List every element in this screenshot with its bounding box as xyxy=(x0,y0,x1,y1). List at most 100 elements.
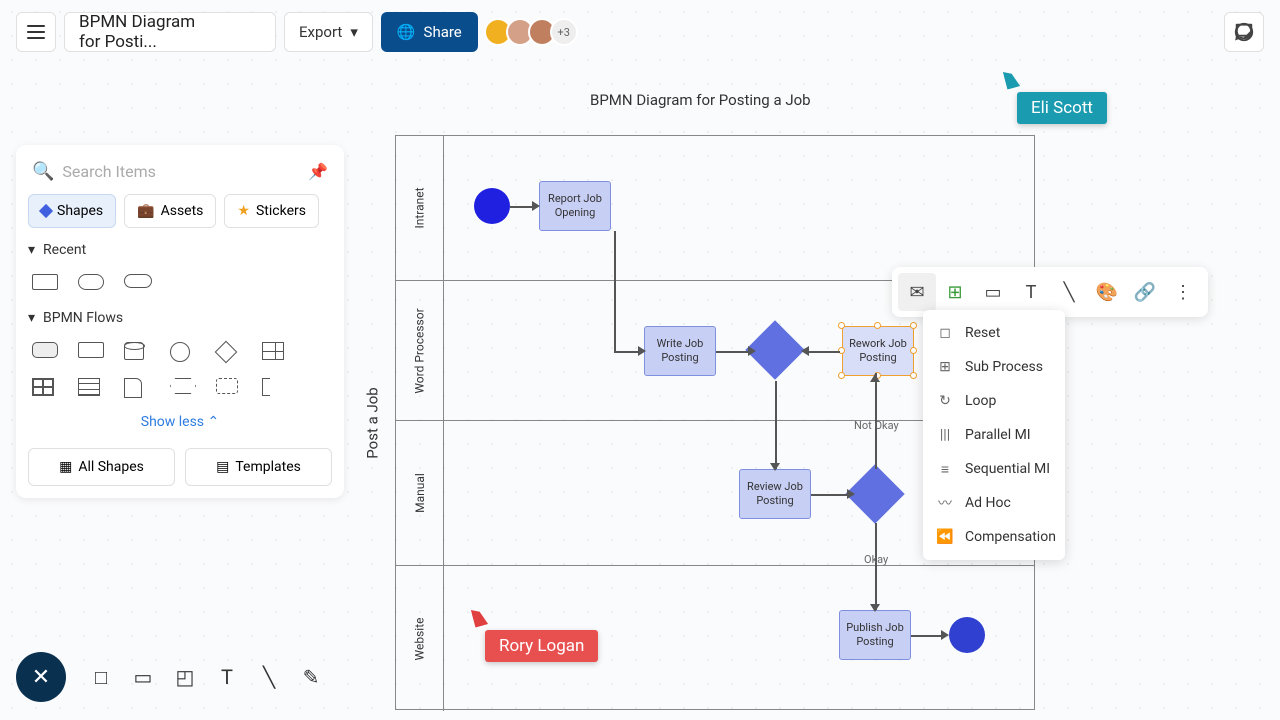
tab-shapes[interactable]: Shapes xyxy=(28,194,116,228)
shape-table[interactable] xyxy=(32,378,60,398)
comment-icon xyxy=(1233,21,1255,43)
shape-document[interactable] xyxy=(124,378,152,398)
lane-intranet[interactable]: Intranet Report Job Opening xyxy=(396,136,1034,281)
shape-datastore[interactable] xyxy=(124,342,152,362)
search-input[interactable] xyxy=(62,162,300,181)
diamond-icon xyxy=(39,204,53,218)
comment-button[interactable] xyxy=(1224,12,1264,52)
tool-square[interactable]: □ xyxy=(82,656,120,698)
star-icon: ★ xyxy=(237,203,250,219)
tool-color[interactable]: 🎨 xyxy=(1088,273,1126,311)
menu-ad-hoc[interactable]: 〰Ad Hoc xyxy=(923,486,1065,520)
plus-icon: ⊞ xyxy=(937,359,953,375)
context-menu: ◻Reset ⊞ Sub Process ↻ Loop ||| Parallel MI… xyxy=(923,310,1065,560)
connector-icon: ╲ xyxy=(1064,282,1075,303)
menu-sequential-mi[interactable]: ≡Sequential MI xyxy=(923,452,1065,486)
templates-button[interactable]: ▤Templates xyxy=(185,448,332,486)
square-icon: □ xyxy=(95,665,107,690)
card-icon: ▭ xyxy=(134,665,153,689)
collaborator-avatars[interactable]: +3 xyxy=(490,18,578,46)
menu-label: Sub Process xyxy=(965,359,1043,375)
tool-line[interactable]: ╲ xyxy=(250,656,288,698)
close-button[interactable]: ✕ xyxy=(16,652,66,702)
menu-reset[interactable]: ◻Reset xyxy=(923,316,1065,350)
shape-rect[interactable] xyxy=(32,274,60,294)
tool-add-box[interactable]: ⊞ xyxy=(936,273,974,311)
document-title[interactable]: BPMN Diagram for Posti... xyxy=(64,12,276,52)
adhoc-icon: 〰 xyxy=(937,495,953,511)
chevron-down-icon: ▾ xyxy=(350,23,358,41)
plus-box-icon: ⊞ xyxy=(947,282,962,303)
chevron-down-icon: ▾ xyxy=(28,242,35,258)
task-report-job-opening[interactable]: Report Job Opening xyxy=(539,181,611,231)
briefcase-icon: 💼 xyxy=(137,203,154,219)
tool-link[interactable]: 🔗 xyxy=(1126,273,1164,311)
shape-annotation[interactable] xyxy=(262,378,290,398)
all-shapes-button[interactable]: ▦All Shapes xyxy=(28,448,175,486)
text-icon: T xyxy=(221,665,233,689)
cursor-icon xyxy=(1003,69,1020,90)
shape-rows[interactable] xyxy=(78,378,106,398)
cursor-label: Rory Logan xyxy=(485,630,598,662)
shape-dashed[interactable] xyxy=(216,378,244,398)
menu-loop[interactable]: ↻ Loop xyxy=(923,384,1065,418)
tool-rectangle[interactable]: ▭ xyxy=(974,273,1012,311)
search-icon: 🔍 xyxy=(32,161,54,182)
pin-icon[interactable]: 📌 xyxy=(308,162,328,181)
tab-assets[interactable]: 💼Assets xyxy=(124,194,216,228)
task-publish-job-posting[interactable]: Publish Job Posting xyxy=(839,610,911,660)
hamburger-icon xyxy=(27,25,45,39)
tool-envelope[interactable]: ✉ xyxy=(898,273,936,311)
parallel-icon: ||| xyxy=(937,427,953,443)
menu-label: Sequential MI xyxy=(965,461,1050,477)
menu-button[interactable] xyxy=(16,12,56,52)
tool-highlighter[interactable]: ✎ xyxy=(292,656,330,698)
section-label: Recent xyxy=(43,242,86,258)
shape-rounded-rect[interactable] xyxy=(32,342,60,362)
close-icon: ✕ xyxy=(32,665,50,690)
cursor-icon xyxy=(471,607,488,628)
collaborator-cursor-rory: Rory Logan xyxy=(473,608,598,662)
menu-parallel-mi[interactable]: ||| Parallel MI xyxy=(923,418,1065,452)
avatar-more[interactable]: +3 xyxy=(550,18,578,46)
menu-label: Reset xyxy=(965,325,1000,341)
link-icon: 🔗 xyxy=(1134,282,1156,303)
shape-hexagon[interactable] xyxy=(170,378,198,398)
section-bpmn-flows[interactable]: ▾BPMN Flows xyxy=(28,310,332,326)
start-event[interactable] xyxy=(474,188,510,224)
shape-diamond[interactable] xyxy=(216,342,244,362)
globe-icon: 🌐 xyxy=(397,23,416,41)
show-less-button[interactable]: Show less ⌃ xyxy=(28,406,332,438)
task-review-job-posting[interactable]: Review Job Posting xyxy=(739,469,811,519)
shape-rounded[interactable] xyxy=(78,274,106,294)
loop-icon: ↻ xyxy=(937,393,953,409)
shape-pill[interactable] xyxy=(124,274,152,294)
tool-text[interactable]: T xyxy=(208,656,246,698)
chevron-down-icon: ▾ xyxy=(28,310,35,326)
menu-label: Loop xyxy=(965,393,996,409)
section-recent[interactable]: ▾ Recent xyxy=(28,242,332,258)
menu-sub-process[interactable]: ⊞ Sub Process xyxy=(923,350,1065,384)
tab-label: Stickers xyxy=(256,203,306,219)
collaborator-cursor-eli: Eli Scott xyxy=(1005,70,1107,124)
task-write-job-posting[interactable]: Write Job Posting xyxy=(644,326,716,376)
shapes-panel: 🔍 📌 Shapes 💼Assets ★ Stickers ▾ Recent ▾BP… xyxy=(16,145,344,498)
line-icon: ╲ xyxy=(263,665,275,689)
tab-stickers[interactable]: ★ Stickers xyxy=(224,194,319,228)
menu-compensation[interactable]: ⏪Compensation xyxy=(923,520,1065,554)
share-button[interactable]: 🌐 Share xyxy=(381,12,478,52)
tool-more[interactable]: ⋮ xyxy=(1164,273,1202,311)
tool-note[interactable]: ◰ xyxy=(166,656,204,698)
shape-circle[interactable] xyxy=(170,342,198,362)
template-icon: ▤ xyxy=(216,459,229,475)
tool-text[interactable]: T xyxy=(1012,273,1050,311)
menu-label: Parallel MI xyxy=(965,427,1031,443)
export-button[interactable]: Export ▾ xyxy=(284,12,373,52)
tool-connector[interactable]: ╲ xyxy=(1050,273,1088,311)
export-label: Export xyxy=(299,23,342,41)
end-event[interactable] xyxy=(949,617,985,653)
canvas[interactable]: BPMN Diagram for Posting a Job Post a Jo… xyxy=(355,85,1260,710)
tool-card[interactable]: ▭ xyxy=(124,656,162,698)
shape-rect[interactable] xyxy=(78,342,106,362)
shape-grid[interactable] xyxy=(262,342,290,362)
